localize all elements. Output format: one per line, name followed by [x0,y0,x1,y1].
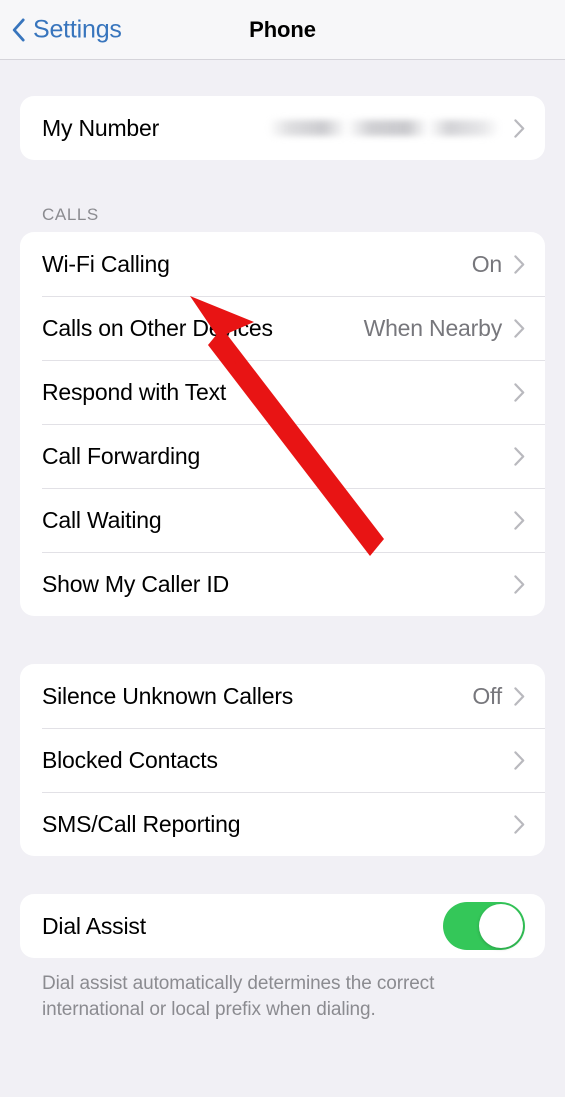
row-accessory: When Nearby [364,315,525,342]
row-dial-assist: Dial Assist [20,894,545,958]
row-blocked-contacts[interactable]: Blocked Contacts [20,728,545,792]
section-footer-dial-assist: Dial assist automatically determines the… [42,973,435,1020]
settings-card: Silence Unknown Callers Off Blocked Cont… [20,664,545,856]
row-silence-unknown-callers[interactable]: Silence Unknown Callers Off [20,664,545,728]
row-accessory [514,814,525,834]
chevron-right-icon [514,382,525,402]
my-number-value-redacted [268,120,500,136]
row-value: On [471,250,502,277]
row-accessory [514,574,525,594]
dial-assist-toggle[interactable] [443,902,525,950]
row-call-forwarding[interactable]: Call Forwarding [20,424,545,488]
row-calls-on-other-devices[interactable]: Calls on Other Devices When Nearby [20,296,545,360]
section-calls: CALLS Wi-Fi Calling On Calls on Other De… [0,205,565,616]
row-value: Off [472,682,502,709]
chevron-right-icon [514,254,525,274]
row-respond-with-text[interactable]: Respond with Text [20,360,545,424]
chevron-right-icon [514,814,525,834]
row-label: My Number [42,114,160,141]
navigation-bar: Settings Phone [0,0,565,60]
chevron-right-icon [514,686,525,706]
row-label: SMS/Call Reporting [42,810,241,837]
row-accessory [514,382,525,402]
row-accessory [514,750,525,770]
row-label: Call Waiting [42,506,162,533]
chevron-right-icon [514,510,525,530]
row-accessory [443,902,525,950]
chevron-right-icon [514,118,525,138]
row-accessory [514,510,525,530]
row-accessory [268,118,525,138]
row-accessory: On [472,251,525,278]
row-call-waiting[interactable]: Call Waiting [20,488,545,552]
toggle-knob [479,904,523,948]
row-label: Dial Assist [42,912,146,939]
row-label: Blocked Contacts [42,746,218,773]
chevron-right-icon [514,318,525,338]
row-label: Call Forwarding [42,442,201,469]
settings-card: Wi-Fi Calling On Calls on Other Devices … [20,232,545,616]
section-call-filtering: Silence Unknown Callers Off Blocked Cont… [0,664,565,856]
row-sms-call-reporting[interactable]: SMS/Call Reporting [20,792,545,856]
settings-list: My Number CALLS Wi-Fi Calling On Calls o… [0,60,565,1023]
row-accessory [514,446,525,466]
section-my-number: My Number [0,96,565,160]
row-label: Calls on Other Devices [42,314,273,341]
section-dial-assist: Dial Assist Dial assist automatically de… [0,894,565,1023]
row-my-number[interactable]: My Number [20,96,545,160]
row-accessory: Off [472,683,525,710]
settings-card: My Number [20,96,545,160]
chevron-right-icon [514,574,525,594]
section-header-calls: CALLS [42,205,99,224]
row-label: Wi-Fi Calling [42,250,170,277]
row-label: Respond with Text [42,378,227,405]
settings-card: Dial Assist [20,894,545,958]
row-label: Show My Caller ID [42,570,230,597]
row-value: When Nearby [363,314,503,341]
row-wifi-calling[interactable]: Wi-Fi Calling On [20,232,545,296]
chevron-right-icon [514,446,525,466]
page-title: Phone [249,16,316,42]
row-label: Silence Unknown Callers [42,682,294,709]
row-show-my-caller-id[interactable]: Show My Caller ID [20,552,545,616]
chevron-right-icon [514,750,525,770]
